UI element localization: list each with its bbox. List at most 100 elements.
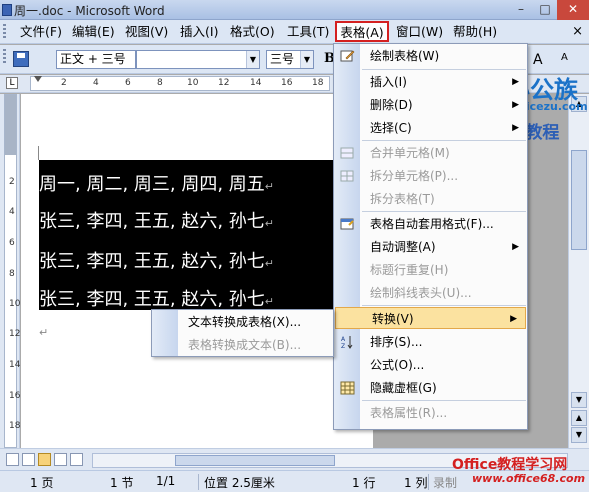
submenu-arrow-icon: ▶ [512,100,519,110]
ruler-tick: 4 [93,78,99,88]
web-view-icon[interactable] [22,453,35,466]
close-document-button[interactable]: × [572,23,583,41]
vertical-scrollbar[interactable]: ▲ ▼ ▲ ▼ [568,94,589,448]
scroll-down-icon[interactable]: ▼ [571,392,587,408]
font-select[interactable]: ▼ [136,50,260,69]
menu-table[interactable]: 表格(A) [335,21,389,42]
ruler-tick: 14 [250,78,262,88]
menu-separator [362,400,526,401]
submenu-arrow-icon: ▶ [512,123,519,133]
menu-window[interactable]: 窗口(W) [396,23,443,41]
grow-font-button[interactable]: A [533,52,543,68]
split-cells-icon [340,170,354,182]
status-section: 1 节 [110,476,134,490]
ruler-margin [5,95,16,155]
prev-page-icon[interactable]: ▲ [571,410,587,426]
pencil-icon [340,50,355,62]
vruler-tick: 2 [9,177,15,187]
status-column: 1 列 [404,476,428,490]
vruler-tick: 16 [9,391,21,401]
vruler-tick: 8 [9,269,15,279]
menu-edit[interactable]: 编辑(E) [72,23,115,41]
font-size-value: 三号 [270,52,295,66]
menu-insert[interactable]: 插入(I) [180,23,218,41]
menu-help[interactable]: 帮助(H) [453,23,497,41]
menu-item-sort[interactable]: AZ 排序(S)... [334,331,527,353]
doc-line[interactable]: 周一, 周二, 周三, 周四, 周五↵ [39,170,274,196]
menu-tools[interactable]: 工具(T) [287,23,329,41]
menu-item-text-to-table[interactable]: 文本转换成表格(X)... [152,311,333,333]
status-divider [428,474,429,490]
menu-item-diagonal-header[interactable]: 绘制斜线表头(U)... [334,282,527,304]
font-size-select[interactable]: 三号 ▼ [266,50,314,69]
print-view-icon[interactable] [38,453,51,466]
site-watermark: Office教程学习网 [452,457,568,473]
shrink-font-button[interactable]: A [561,52,568,63]
menu-format[interactable]: 格式(O) [230,23,275,41]
menu-item-merge-cells[interactable]: 合并单元格(M) [334,142,527,164]
horizontal-ruler[interactable]: 2 4 6 8 10 12 14 16 18 [30,76,330,91]
vertical-ruler-strip[interactable]: 2 4 6 8 10 12 14 16 18 [4,94,21,448]
font-resize-group: A A [527,50,589,70]
toolbar-grip-icon[interactable] [3,49,6,65]
status-record[interactable]: 录制 [433,474,457,491]
menu-item-formula[interactable]: 公式(O)... [334,354,527,376]
tab-stop-selector[interactable]: L [6,77,18,89]
svg-text:A: A [341,336,346,343]
scroll-thumb[interactable] [571,150,587,250]
maximize-button[interactable]: □ [533,0,557,20]
menu-separator [362,140,526,141]
merge-cells-icon [340,147,354,159]
menu-item-select[interactable]: 选择(C) ▶ [334,117,527,139]
vertical-ruler: 2 4 6 8 10 12 14 16 18 [0,94,20,448]
menu-item-split-cells[interactable]: 拆分单元格(P)... [334,165,527,187]
window-title: 周一.doc - Microsoft Word [14,4,165,18]
doc-line[interactable]: 张三, 李四, 王五, 赵六, 孙七↵ [39,207,274,233]
menu-item-insert[interactable]: 插入(I) ▶ [334,71,527,93]
style-select[interactable]: 正文 + 三号 [56,50,136,69]
save-icon[interactable] [13,51,29,67]
indent-marker-icon[interactable] [34,76,42,82]
ruler-tick: 12 [218,78,230,88]
autoformat-icon [340,218,354,230]
status-page: 1 页 [30,476,54,490]
menu-item-autoformat[interactable]: 表格自动套用格式(F)... [334,213,527,235]
ruler-tick: 16 [281,78,293,88]
minimize-button[interactable]: – [509,0,533,20]
paragraph-mark: ↵ [39,326,49,339]
chevron-down-icon[interactable]: ▼ [300,51,313,68]
status-position: 位置 2.5厘米 [204,476,275,490]
menu-item-split-table[interactable]: 拆分表格(T) [334,188,527,210]
reading-view-icon[interactable] [70,453,83,466]
menu-item-heading-rows-repeat[interactable]: 标题行重复(H) [334,259,527,281]
convert-submenu: 文本转换成表格(X)... 表格转换成文本(B)... [151,309,334,357]
menu-item-table-to-text[interactable]: 表格转换成文本(B)... [152,334,333,356]
outline-view-icon[interactable] [54,453,67,466]
status-page-of: 1/1 [156,474,176,488]
vruler-tick: 14 [9,360,21,370]
doc-line[interactable]: 张三, 李四, 王五, 赵六, 孙七↵ [39,285,274,311]
chevron-down-icon[interactable]: ▼ [246,51,259,68]
close-window-button[interactable]: ✕ [557,0,589,20]
normal-view-icon[interactable] [6,453,19,466]
hscroll-thumb[interactable] [175,455,335,466]
document-page[interactable]: 周一, 周二, 周三, 周四, 周五↵ 张三, 李四, 王五, 赵六, 孙七↵ … [21,94,373,448]
menu-item-autofit[interactable]: 自动调整(A) ▶ [334,236,527,258]
vruler-tick: 12 [9,329,21,339]
menu-file[interactable]: 文件(F) [20,23,62,41]
menu-view[interactable]: 视图(V) [125,23,168,41]
menu-item-hide-gridlines[interactable]: 隐藏虚框(G) [334,377,527,399]
menu-item-draw-table[interactable]: 绘制表格(W) [334,45,527,67]
menu-item-convert[interactable]: 转换(V) ▶ [335,307,526,329]
table-menu-dropdown: 绘制表格(W) 插入(I) ▶ 删除(D) ▶ 选择(C) ▶ 合并单元格(M) 拆分… [333,43,528,430]
menu-separator [362,305,526,306]
doc-line[interactable]: 张三, 李四, 王五, 赵六, 孙七↵ [39,247,274,273]
style-value: 正文 + 三号 [60,52,126,66]
svg-text:Z: Z [341,343,345,349]
next-page-icon[interactable]: ▼ [571,427,587,443]
menu-item-delete[interactable]: 删除(D) ▶ [334,94,527,116]
menubar-grip-icon[interactable] [3,24,6,40]
menu-item-table-properties[interactable]: 表格属性(R)... [334,402,527,424]
word-doc-icon [2,4,12,16]
site-url-watermark: www.office68.com [472,472,586,485]
